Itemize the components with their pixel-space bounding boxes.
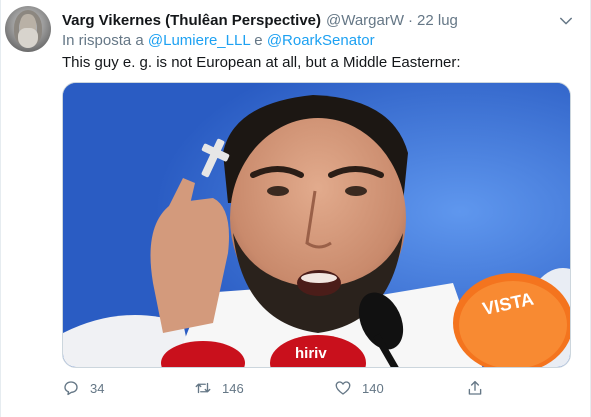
- reply-prefix: In risposta a: [62, 32, 144, 49]
- share-icon: [468, 380, 482, 395]
- retweet-count: 146: [222, 380, 244, 396]
- reply-button[interactable]: 34: [62, 376, 104, 400]
- mention-link-1[interactable]: @Lumiere_LLL: [148, 32, 250, 49]
- photo-content: VISTA hiriv: [63, 83, 570, 367]
- like-count: 140: [362, 380, 384, 396]
- chevron-down-icon: [560, 17, 572, 25]
- tweet-text: This guy e. g. is not European at all, b…: [62, 54, 461, 71]
- reply-conjunction: e: [254, 32, 263, 49]
- heart-icon: [335, 381, 351, 395]
- reply-count: 34: [90, 380, 105, 396]
- share-button[interactable]: [466, 376, 494, 400]
- mention-link-2[interactable]: @RoarkSenator: [267, 32, 375, 49]
- more-options-button[interactable]: [557, 12, 575, 30]
- tweet-card[interactable]: Varg Vikernes (Thulêan Perspective) @War…: [0, 0, 591, 417]
- tweet-media-photo[interactable]: VISTA hiriv: [62, 82, 571, 368]
- author-display-name[interactable]: Varg Vikernes (Thulêan Perspective): [62, 12, 321, 29]
- separator-dot: ·: [408, 11, 414, 29]
- retweet-button[interactable]: 146: [194, 376, 244, 400]
- reply-icon: [64, 381, 78, 396]
- like-button[interactable]: 140: [334, 376, 384, 400]
- tweet-header: Varg Vikernes (Thulêan Perspective) @War…: [62, 10, 458, 30]
- author-handle[interactable]: @WargarW: [326, 12, 404, 29]
- retweet-icon: [195, 382, 211, 394]
- tweet-date[interactable]: 22 lug: [417, 12, 458, 29]
- avatar-beard: [18, 28, 38, 48]
- tweet-actions: 34 146 140: [62, 376, 571, 400]
- avatar[interactable]: [5, 6, 51, 52]
- mic-logo-hiriv: hiriv: [295, 345, 327, 362]
- reply-context: In risposta a @Lumiere_LLL e @RoarkSenat…: [62, 32, 375, 49]
